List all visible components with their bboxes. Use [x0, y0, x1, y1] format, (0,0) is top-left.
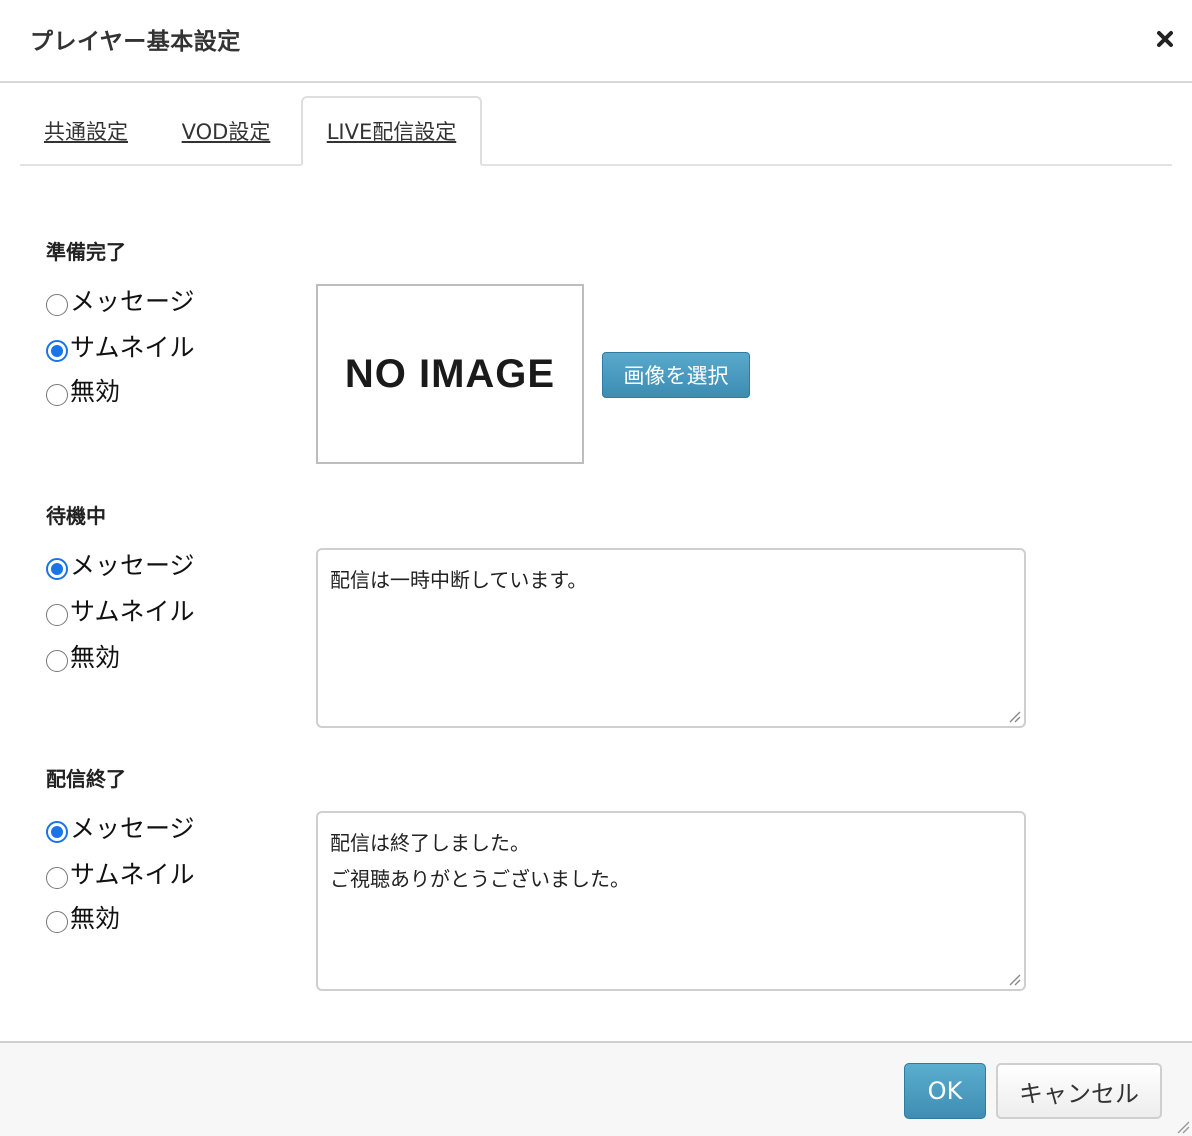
radio-button[interactable] [46, 604, 68, 626]
radio-label: メッセージ [70, 814, 195, 843]
radio-standby-message[interactable]: メッセージ [46, 544, 195, 584]
radio-ended-disabled[interactable]: 無効 [46, 897, 120, 937]
radio-button[interactable] [46, 650, 68, 672]
tab-common-settings[interactable]: 共通設定 [20, 96, 152, 166]
resize-handle-icon[interactable] [1007, 709, 1021, 723]
section-label-ended: 配信終了 [46, 767, 126, 791]
radio-label: サムネイル [70, 597, 195, 626]
player-settings-dialog: プレイヤー基本設定 共通設定 VOD設定 LIVE配信設定 準備完了 メッセージ… [0, 0, 1192, 1136]
section-label-ready: 準備完了 [46, 240, 126, 264]
close-icon [1157, 31, 1173, 47]
radio-label: 無効 [70, 377, 121, 406]
section-label-standby: 待機中 [46, 504, 106, 528]
radio-button[interactable] [46, 911, 68, 933]
ok-button[interactable]: OK [904, 1063, 986, 1119]
radio-label: サムネイル [70, 860, 195, 889]
standby-message-textarea[interactable]: 配信は一時中断しています。 [316, 548, 1026, 728]
textarea-line: 配信は一時中断しています。 [330, 568, 588, 592]
radio-label: サムネイル [70, 333, 195, 362]
cancel-button[interactable]: キャンセル [996, 1063, 1162, 1119]
radio-ended-thumbnail[interactable]: サムネイル [46, 853, 195, 893]
tab-live-settings[interactable]: LIVE配信設定 [301, 96, 482, 166]
thumbnail-preview: NO IMAGE [316, 284, 584, 464]
radio-button[interactable] [46, 384, 68, 406]
ended-message-textarea[interactable]: 配信は終了しました。 ご視聴ありがとうございました。 [316, 811, 1026, 991]
section-ready: 準備完了 メッセージ サムネイル 無効 NO IMAGE 画像を選択 [46, 236, 1046, 476]
tab-bar: 共通設定 VOD設定 LIVE配信設定 [20, 96, 1172, 166]
section-standby: 待機中 メッセージ サムネイル 無効 配信は一時中断しています。 [46, 500, 1046, 740]
radio-label: 無効 [70, 904, 121, 933]
radio-button[interactable] [46, 558, 68, 580]
radio-standby-thumbnail[interactable]: サムネイル [46, 590, 195, 630]
radio-standby-disabled[interactable]: 無効 [46, 636, 120, 676]
radio-label: メッセージ [70, 551, 195, 580]
section-ended: 配信終了 メッセージ サムネイル 無効 配信は終了しました。 ご視聴ありがとうご… [46, 763, 1046, 1003]
radio-button[interactable] [46, 340, 68, 362]
textarea-line: ご視聴ありがとうございました。 [330, 867, 630, 891]
dialog-title: プレイヤー基本設定 [30, 29, 241, 55]
select-image-button[interactable]: 画像を選択 [602, 352, 750, 398]
radio-label: メッセージ [70, 287, 195, 316]
radio-ended-message[interactable]: メッセージ [46, 807, 195, 847]
radio-ready-message[interactable]: メッセージ [46, 280, 195, 320]
radio-button[interactable] [46, 294, 68, 316]
radio-ready-thumbnail[interactable]: サムネイル [46, 326, 195, 366]
close-button[interactable] [1148, 22, 1182, 56]
tab-vod-settings[interactable]: VOD設定 [160, 96, 292, 166]
dialog-footer: OK キャンセル [0, 1041, 1192, 1136]
dialog-resize-grip-icon[interactable] [1174, 1118, 1190, 1134]
dialog-titlebar: プレイヤー基本設定 [0, 0, 1192, 83]
radio-button[interactable] [46, 867, 68, 889]
resize-handle-icon[interactable] [1007, 972, 1021, 986]
radio-label: 無効 [70, 643, 121, 672]
radio-button[interactable] [46, 821, 68, 843]
radio-ready-disabled[interactable]: 無効 [46, 370, 120, 410]
textarea-line: 配信は終了しました。 [330, 831, 530, 855]
